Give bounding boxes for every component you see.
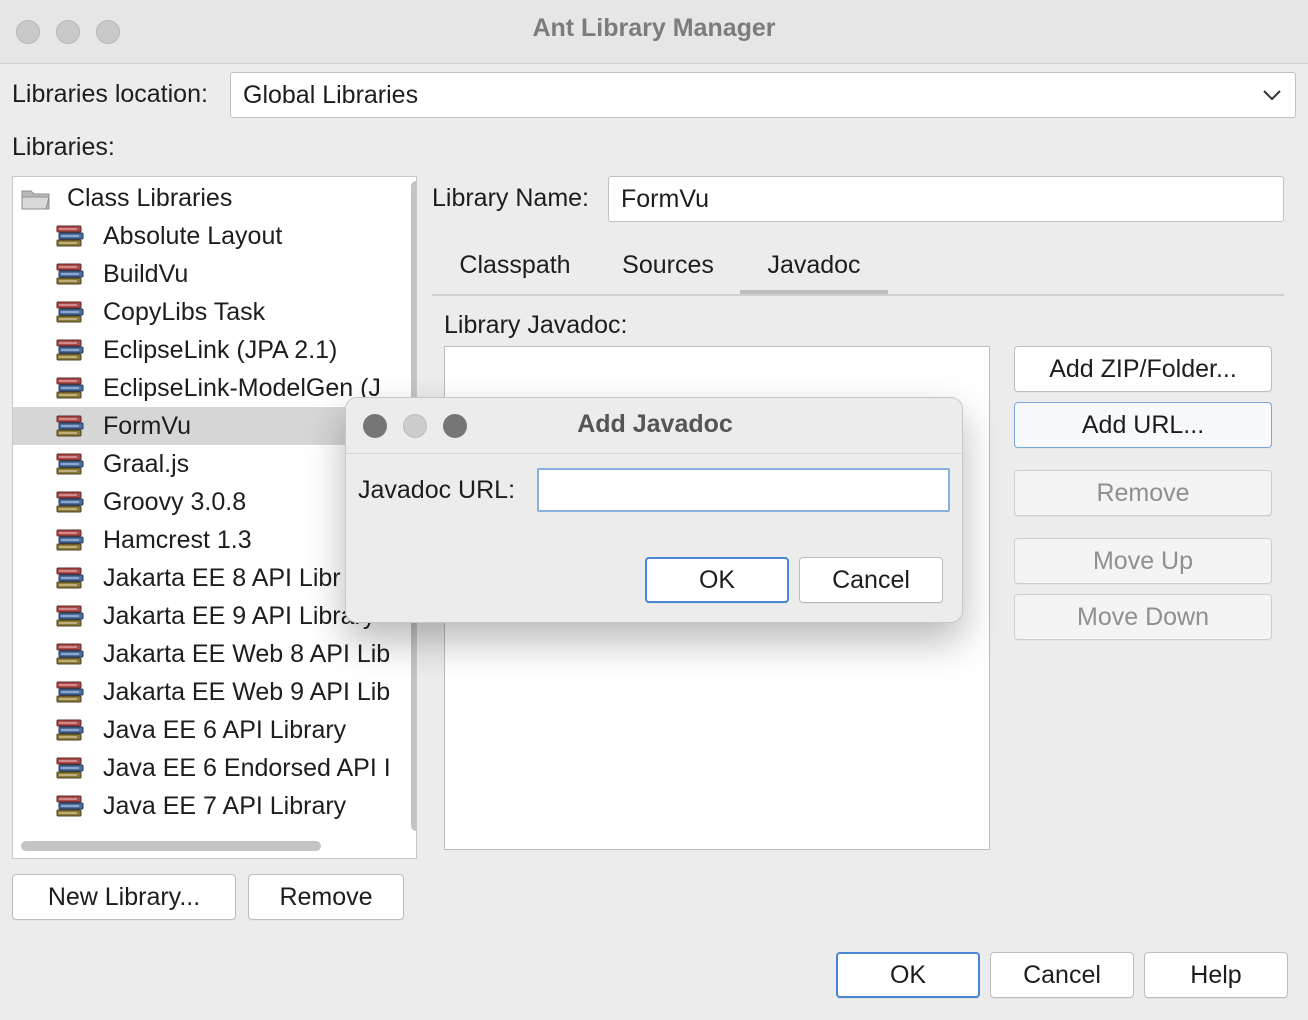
library-item-label: Groovy 3.0.8: [103, 487, 247, 516]
remove-library-button[interactable]: Remove: [248, 874, 404, 920]
library-item-label: Absolute Layout: [103, 221, 283, 250]
library-item[interactable]: Jakarta EE Web 8 API Lib: [13, 635, 397, 673]
library-item-label: Jakarta EE 8 API Libr: [103, 563, 341, 592]
library-item[interactable]: EclipseLink-ModelGen (J: [13, 369, 397, 407]
title-bar: Ant Library Manager: [0, 0, 1308, 64]
library-item[interactable]: FormVu: [13, 407, 397, 445]
window-title: Ant Library Manager: [532, 14, 776, 42]
folder-open-icon: [21, 190, 50, 210]
library-books-icon: [56, 567, 84, 589]
library-books-icon: [56, 681, 84, 703]
libraries-location-select[interactable]: Global Libraries: [230, 72, 1296, 118]
library-books-icon: [56, 263, 84, 285]
new-library-button[interactable]: New Library...: [12, 874, 236, 920]
add-javadoc-dialog: Add Javadoc Javadoc URL: OK Cancel: [345, 397, 963, 623]
library-books-icon: [56, 719, 84, 741]
library-name-field[interactable]: FormVu: [608, 176, 1284, 222]
move-up-button[interactable]: Move Up: [1014, 538, 1272, 584]
dialog-title-bar: Add Javadoc: [346, 398, 962, 454]
tab-divider: [432, 294, 1284, 296]
library-item[interactable]: BuildVu: [13, 255, 397, 293]
dialog-title: Add Javadoc: [577, 410, 733, 438]
library-item-label: Hamcrest 1.3: [103, 525, 252, 554]
libraries-location-label: Libraries location:: [12, 80, 208, 108]
tab-javadoc[interactable]: Javadoc: [740, 236, 888, 294]
library-name-value: FormVu: [621, 184, 709, 213]
library-item-label: Jakarta EE Web 8 API Lib: [103, 639, 391, 668]
library-name-label: Library Name:: [432, 184, 589, 212]
ok-button[interactable]: OK: [836, 952, 980, 998]
library-books-icon: [56, 415, 84, 437]
library-books-icon: [56, 377, 84, 399]
library-javadoc-label: Library Javadoc:: [444, 311, 628, 339]
library-item-label: FormVu: [103, 411, 191, 440]
library-books-icon: [56, 795, 84, 817]
library-item-label: Jakarta EE 9 API Library: [103, 601, 376, 630]
library-books-icon: [56, 453, 84, 475]
library-books-icon: [56, 339, 84, 361]
library-item[interactable]: Java EE 6 Endorsed API I: [13, 749, 397, 787]
library-item-label: Graal.js: [103, 449, 190, 478]
library-books-icon: [56, 225, 84, 247]
libraries-location-value: Global Libraries: [243, 80, 419, 109]
library-item[interactable]: Hamcrest 1.3: [13, 521, 397, 559]
library-books-icon: [56, 529, 84, 551]
active-tab-indicator: [740, 290, 888, 294]
add-zip-folder-button[interactable]: Add ZIP/Folder...: [1014, 346, 1272, 392]
tree-horizontal-scrollbar[interactable]: [21, 841, 321, 851]
library-item-label: Java EE 6 Endorsed API I: [103, 753, 391, 782]
library-item[interactable]: Absolute Layout: [13, 217, 397, 255]
library-item-label: EclipseLink-ModelGen (J: [103, 373, 381, 402]
library-item-label: CopyLibs Task: [103, 297, 266, 326]
ant-library-manager-window: Ant Library Manager Libraries location: …: [0, 0, 1308, 1020]
library-item-label: Java EE 7 API Library: [103, 791, 347, 820]
tab-sources[interactable]: Sources: [600, 236, 736, 294]
library-books-icon: [56, 301, 84, 323]
library-item-label: Java EE 6 API Library: [103, 715, 347, 744]
remove-javadoc-button[interactable]: Remove: [1014, 470, 1272, 516]
tab-classpath[interactable]: Classpath: [440, 236, 590, 294]
tree-root-label: Class Libraries: [67, 183, 233, 212]
library-item[interactable]: EclipseLink (JPA 2.1): [13, 331, 397, 369]
library-books-icon: [56, 605, 84, 627]
library-books-icon: [56, 757, 84, 779]
libraries-label: Libraries:: [12, 133, 115, 161]
library-books-icon: [56, 643, 84, 665]
dialog-ok-button[interactable]: OK: [645, 557, 789, 603]
library-item[interactable]: Jakarta EE 9 API Library: [13, 597, 397, 635]
library-item[interactable]: Java EE 7 API Library: [13, 787, 397, 825]
library-item[interactable]: Graal.js: [13, 445, 397, 483]
library-item-label: EclipseLink (JPA 2.1): [103, 335, 338, 364]
dialog-cancel-button[interactable]: Cancel: [799, 557, 943, 603]
library-item[interactable]: Jakarta EE Web 9 API Lib: [13, 673, 397, 711]
library-books-icon: [56, 491, 84, 513]
chevron-down-icon: [1263, 90, 1281, 101]
javadoc-url-input[interactable]: [537, 468, 950, 512]
library-item[interactable]: Java EE 6 API Library: [13, 711, 397, 749]
help-button[interactable]: Help: [1144, 952, 1288, 998]
javadoc-url-label: Javadoc URL:: [358, 476, 516, 504]
library-item-label: BuildVu: [103, 259, 189, 288]
library-item[interactable]: CopyLibs Task: [13, 293, 397, 331]
cancel-button[interactable]: Cancel: [990, 952, 1134, 998]
library-item-label: Jakarta EE Web 9 API Lib: [103, 677, 391, 706]
library-item[interactable]: Jakarta EE 8 API Libr: [13, 559, 397, 597]
tree-root-class-libraries[interactable]: Class Libraries: [13, 179, 397, 217]
move-down-button[interactable]: Move Down: [1014, 594, 1272, 640]
add-url-button[interactable]: Add URL...: [1014, 402, 1272, 448]
library-item[interactable]: Groovy 3.0.8: [13, 483, 397, 521]
